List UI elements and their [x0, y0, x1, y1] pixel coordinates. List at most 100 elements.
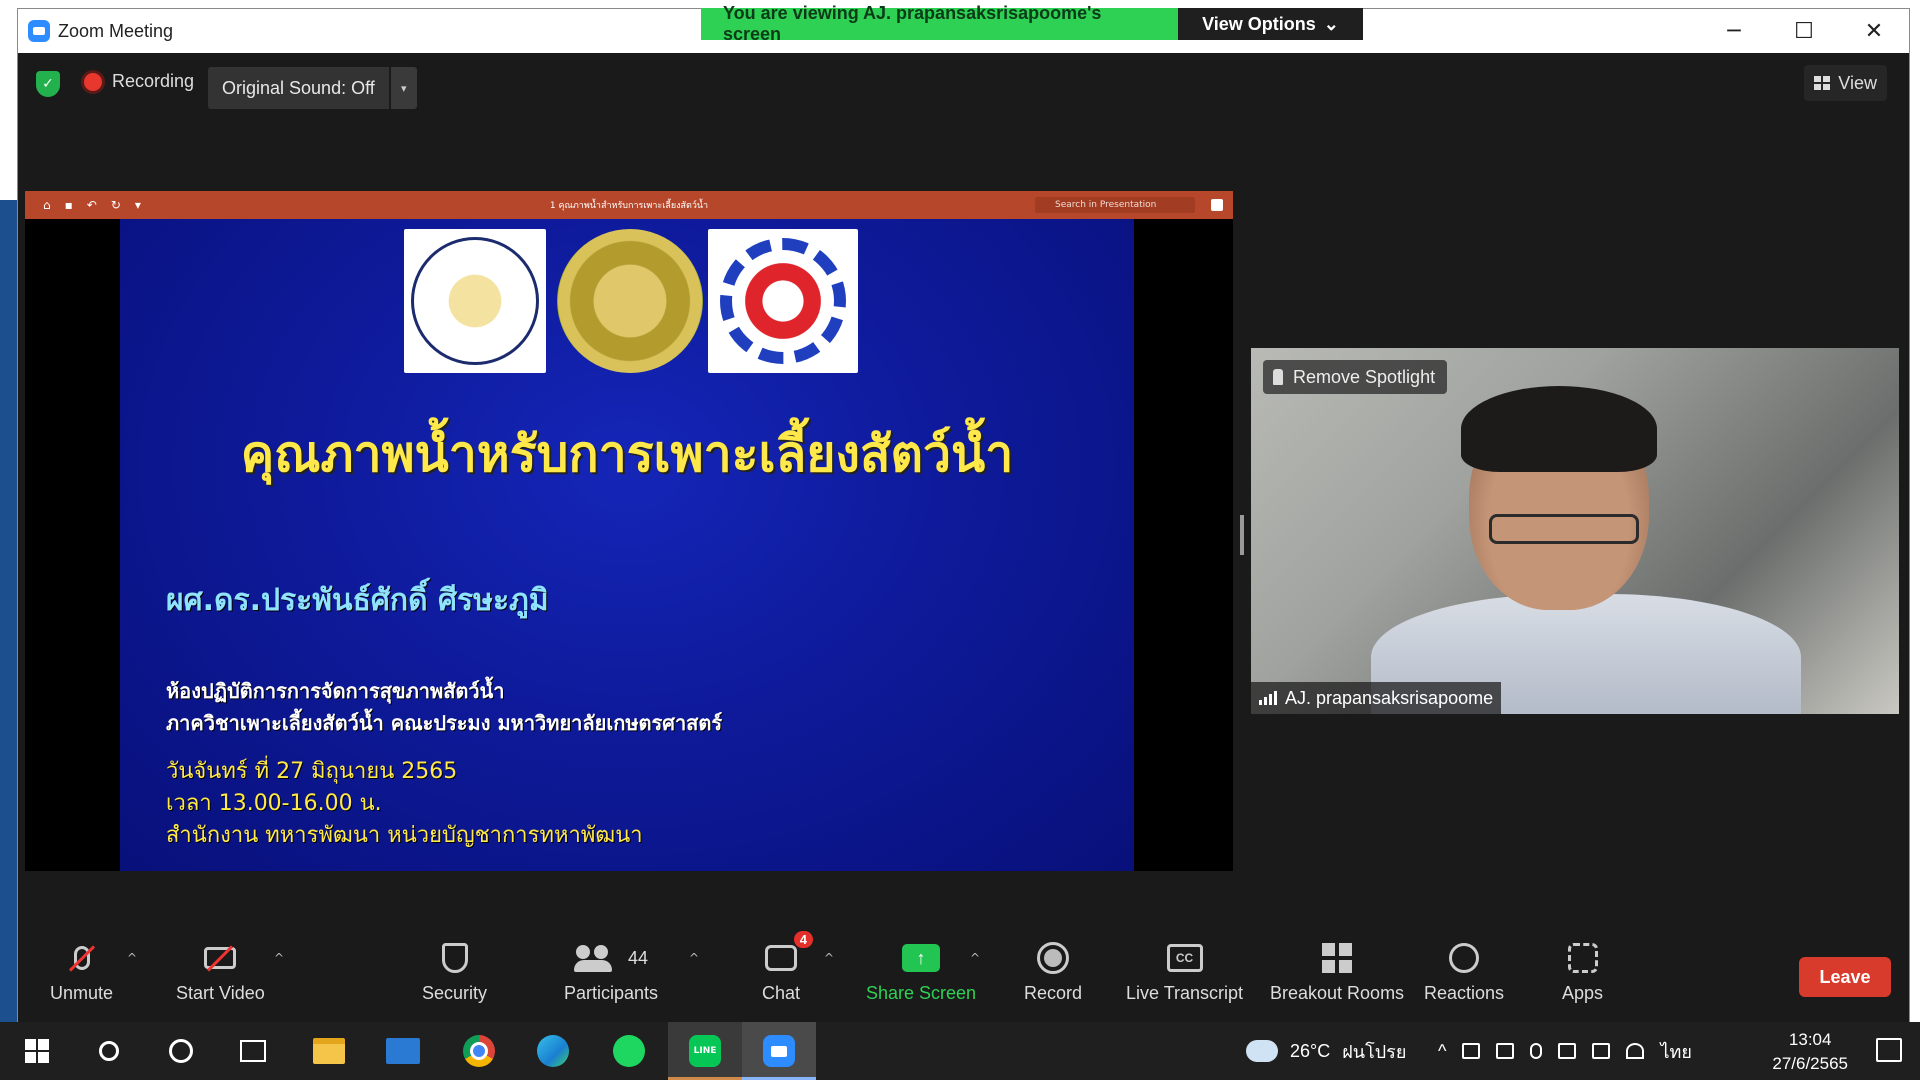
participant-name: AJ. prapansaksrisapoome	[1285, 687, 1494, 708]
resize-handle[interactable]	[1240, 515, 1244, 555]
chat-label: Chat	[762, 983, 801, 1003]
audio-options-caret[interactable]: ^	[127, 951, 137, 965]
grid-view-icon	[1814, 76, 1831, 90]
chevron-down-icon: ⌄	[1323, 13, 1339, 34]
microphone-tray-icon[interactable]	[1530, 1043, 1543, 1059]
search-icon	[99, 1041, 119, 1061]
emoji-icon	[1449, 943, 1480, 973]
pin-icon	[1273, 369, 1283, 385]
remove-spotlight-label: Remove Spotlight	[1293, 366, 1436, 387]
shared-screen: ⌂ ▪ ↶ ↻ ▾ 1 คุณภาพน้ำสำหรับการเพาะเลี้ยง…	[25, 191, 1233, 871]
powerpoint-toolbar: ⌂ ▪ ↶ ↻ ▾ 1 คุณภาพน้ำสำหรับการเพาะเลี้ยง…	[25, 191, 1233, 219]
cortana-button[interactable]	[144, 1022, 218, 1080]
zoom-taskbar-button[interactable]	[742, 1022, 816, 1080]
mail-button[interactable]	[366, 1022, 440, 1080]
unmute-label: Unmute	[50, 983, 114, 1003]
taskbar-clock[interactable]: 13:04 27/6/2565	[1772, 1028, 1848, 1076]
battery-icon[interactable]	[1496, 1043, 1515, 1059]
zoom-app-icon	[763, 1035, 795, 1067]
show-hidden-icons[interactable]: ^	[1438, 1041, 1446, 1062]
start-video-button[interactable]: Start Video	[176, 939, 265, 1004]
live-transcript-label: Live Transcript	[1126, 983, 1244, 1003]
original-sound-dropdown[interactable]: ▾	[390, 67, 417, 109]
unmute-button[interactable]: Unmute	[50, 939, 113, 1004]
display-icon[interactable]	[1592, 1043, 1611, 1059]
view-options-button[interactable]: View Options ⌄	[1178, 8, 1363, 40]
closed-caption-icon: CC	[1166, 944, 1203, 972]
reactions-label: Reactions	[1424, 983, 1505, 1003]
slide-lab-line-2: ภาควิชาเพาะเลี้ยงสัตว์น้ำ คณะประมง มหาวิ…	[166, 711, 723, 735]
edge-button[interactable]	[516, 1022, 590, 1080]
start-button[interactable]	[0, 1022, 74, 1080]
recording-label: Recording	[112, 71, 195, 91]
participant-name-tag: AJ. prapansaksrisapoome	[1251, 682, 1502, 714]
recording-indicator[interactable]: Recording	[84, 71, 194, 92]
clock-time: 13:04	[1788, 1030, 1832, 1049]
participants-icon	[574, 945, 618, 972]
security-button[interactable]: Security	[422, 939, 487, 1004]
share-options-caret[interactable]: ^	[970, 951, 980, 965]
apps-button[interactable]: Apps	[1562, 939, 1603, 1004]
apps-label: Apps	[1562, 983, 1604, 1003]
chrome-button[interactable]	[442, 1022, 516, 1080]
view-button[interactable]: View	[1804, 65, 1887, 101]
share-screen-icon: ↑	[902, 944, 941, 972]
start-video-label: Start Video	[176, 983, 265, 1003]
participants-options-caret[interactable]: ^	[689, 951, 699, 965]
clock-date: 27/6/2565	[1772, 1054, 1848, 1073]
participants-count: 44	[628, 947, 649, 968]
edge-icon	[537, 1035, 569, 1067]
line-app-icon: LINE	[689, 1035, 721, 1067]
zoom-meeting-window: Zoom Meeting ─ ☐ ✕ You are viewing AJ. p…	[17, 3, 1910, 1023]
task-view-button[interactable]	[216, 1022, 290, 1080]
logo-kasetsart	[557, 229, 703, 373]
account-icon[interactable]	[1211, 199, 1223, 211]
share-screen-label: Share Screen	[866, 983, 977, 1003]
input-language[interactable]: ไทย	[1660, 1037, 1691, 1066]
weather-widget[interactable]: 26°C ฝนโปรย	[1246, 1022, 1406, 1080]
chat-options-caret[interactable]: ^	[824, 951, 834, 965]
weather-cloud-icon	[1246, 1040, 1278, 1062]
video-person-hair	[1461, 386, 1657, 472]
encryption-shield-icon[interactable]: ✓	[36, 71, 60, 97]
spotlight-video: Remove Spotlight AJ. prapansaksrisapoome	[1251, 348, 1899, 714]
ppt-search-input[interactable]: Search in Presentation	[1035, 197, 1195, 213]
logo-left	[404, 229, 546, 373]
leave-button[interactable]: Leave	[1799, 957, 1891, 997]
minimize-button[interactable]: ─	[1699, 9, 1769, 53]
reactions-button[interactable]: Reactions	[1424, 939, 1504, 1004]
spotify-button[interactable]	[592, 1022, 666, 1080]
participants-button[interactable]: 44 Participants	[564, 939, 658, 1004]
windows-taskbar: LINE 26°C ฝนโปรย ^ ไทย 13:04 27/6/2565	[0, 1022, 1920, 1080]
breakout-rooms-button[interactable]: Breakout Rooms	[1270, 939, 1404, 1004]
wifi-icon[interactable]	[1626, 1043, 1645, 1059]
share-screen-button[interactable]: ↑ Share Screen	[866, 939, 976, 1004]
presentation-slide: คุณภาพน้ำหรับการเพาะเลี้ยงสัตว์น้ำ ผศ.ดร…	[120, 219, 1134, 871]
search-button[interactable]	[72, 1022, 146, 1080]
live-transcript-button[interactable]: CC Live Transcript	[1126, 939, 1243, 1004]
slide-time-line: เวลา 13.00-16.00 น.	[166, 791, 382, 816]
volume-icon[interactable]	[1558, 1043, 1577, 1059]
viewing-screen-banner: You are viewing AJ. prapansaksrisapoome'…	[701, 3, 1363, 44]
slide-title: คุณภาพน้ำหรับการเพาะเลี้ยงสัตว์น้ำ	[240, 425, 1014, 483]
record-button[interactable]: Record	[1024, 939, 1082, 1004]
desktop-edge-left	[0, 0, 17, 1022]
meet-now-icon[interactable]	[1462, 1043, 1481, 1059]
slide-author: ผศ.ดร.ประพันธ์ศักดิ์ ศีรษะภูมิ	[166, 583, 549, 618]
notification-center-icon[interactable]	[1876, 1038, 1902, 1062]
weather-temp: 26°C	[1290, 1040, 1331, 1061]
window-controls: ─ ☐ ✕	[1699, 9, 1909, 53]
record-icon	[1037, 942, 1070, 974]
chrome-icon	[463, 1035, 495, 1067]
close-button[interactable]: ✕	[1839, 9, 1909, 53]
breakout-rooms-icon	[1322, 943, 1353, 973]
video-person-glasses	[1489, 514, 1639, 544]
original-sound-button[interactable]: Original Sound: Off	[208, 67, 389, 109]
line-button[interactable]: LINE	[668, 1022, 742, 1080]
logo-right	[708, 229, 858, 373]
maximize-button[interactable]: ☐	[1769, 9, 1839, 53]
file-explorer-button[interactable]	[292, 1022, 366, 1080]
video-options-caret[interactable]: ^	[274, 951, 284, 965]
chat-button[interactable]: 4 Chat	[762, 931, 814, 1004]
remove-spotlight-button[interactable]: Remove Spotlight	[1263, 360, 1448, 394]
